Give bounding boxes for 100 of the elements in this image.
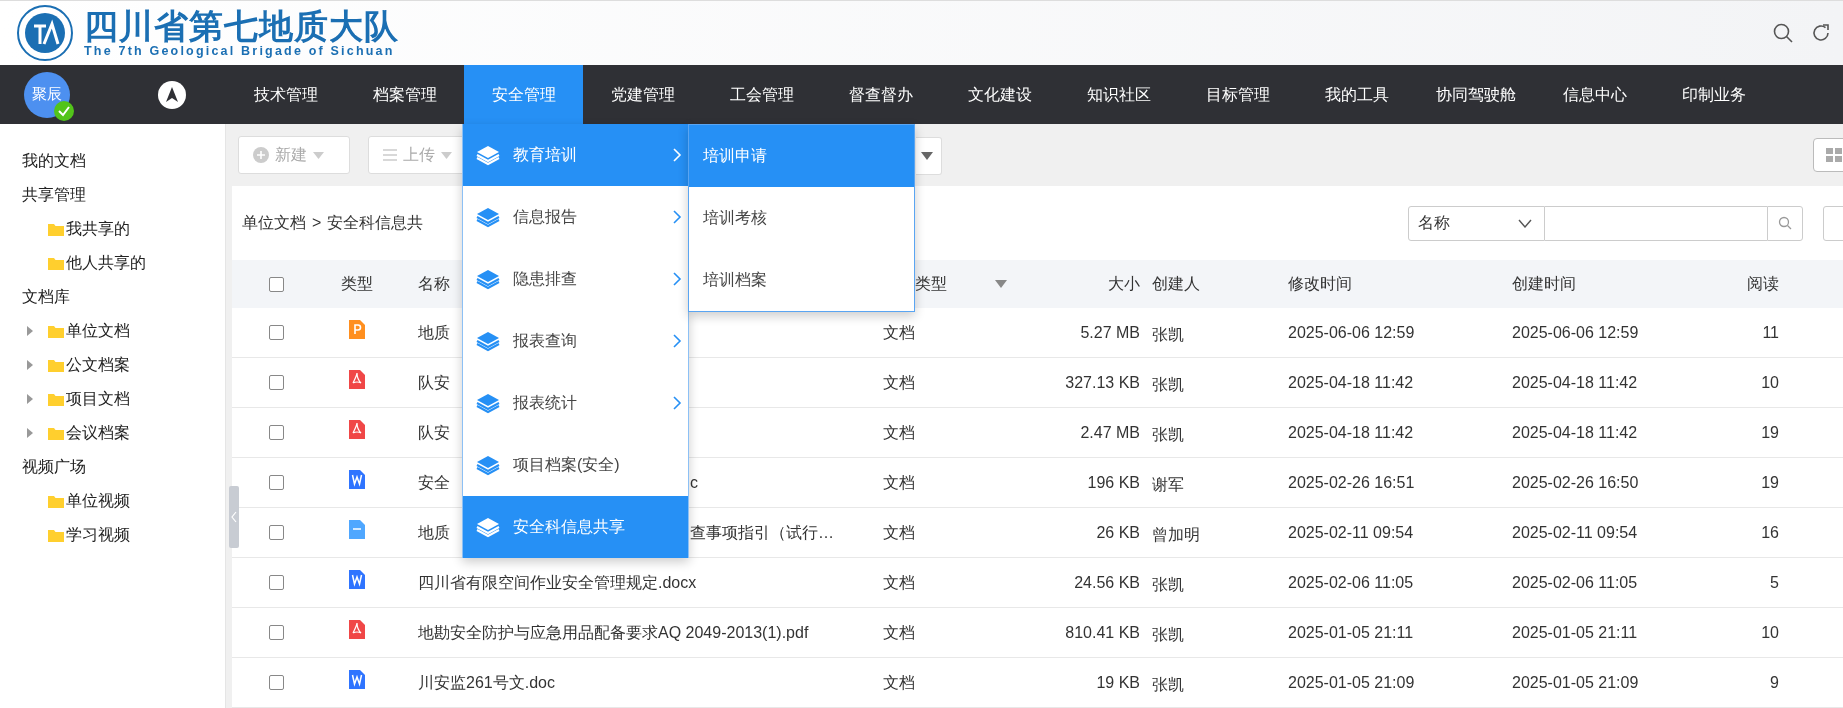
- nav-tab[interactable]: 知识社区: [1059, 65, 1178, 124]
- nav-tab[interactable]: 印制业务: [1654, 65, 1773, 124]
- menu-item[interactable]: 培训档案: [689, 249, 914, 311]
- table-cell-text: 2.47 MB: [1079, 422, 1140, 443]
- table-cell-text: 11: [1761, 322, 1779, 343]
- table-cell-text: 文档: [882, 322, 916, 343]
- file-name[interactable]: c: [690, 470, 698, 495]
- table-cell-text: 张凯: [1151, 674, 1185, 695]
- table-cell-text: 196 KB: [1086, 472, 1140, 493]
- site-title: 四川省第七地质大队: [84, 8, 399, 43]
- table-cell-text: 810.41 KB: [1064, 622, 1140, 643]
- file-name[interactable]: 查事项指引（试行…: [690, 520, 834, 545]
- table-cell-text: 2025-04-18 11:42: [1511, 372, 1639, 393]
- column-header: 名称: [418, 274, 450, 294]
- table-cell-text: 2025-01-05 21:09: [1511, 672, 1640, 693]
- table-cell-text: 2025-01-05 21:11: [1287, 622, 1415, 643]
- table-cell-text: 2025-01-05 21:11: [1511, 622, 1639, 643]
- table-cell-text: 张凯: [1151, 324, 1185, 345]
- table-cell-text: 2025-04-18 11:42: [1287, 372, 1415, 393]
- breadcrumb-separator: >: [312, 213, 322, 233]
- file-name[interactable]: 地勘安全防护与应急用品配备要求AQ 2049-2013(1).pdf: [418, 620, 809, 645]
- sidebar-section[interactable]: 共享管理: [22, 183, 86, 207]
- nav-tab[interactable]: 我的工具: [1297, 65, 1416, 124]
- search-type-select[interactable]: 名称: [1408, 205, 1545, 241]
- nav-tab[interactable]: 文化建设: [940, 65, 1059, 124]
- table-cell-text: 谢军: [1151, 474, 1185, 495]
- nav-tab[interactable]: 党建管理: [583, 65, 702, 124]
- table-cell-text: 9: [1769, 672, 1779, 693]
- folder-label[interactable]: 会议档案: [66, 421, 130, 445]
- column-header: 类型: [341, 274, 374, 294]
- column-header: 大小: [1108, 274, 1140, 294]
- sidebar-section[interactable]: 我的文档: [22, 149, 86, 173]
- column-header: 修改时间: [1288, 274, 1352, 294]
- table-cell-text: 327.13 KB: [1064, 372, 1140, 393]
- table-cell-text: 2025-06-06 12:59: [1287, 322, 1416, 343]
- table-cell-text: 2025-02-26 16:50: [1511, 472, 1640, 493]
- table-cell-text: 文档: [882, 572, 916, 593]
- folder-label[interactable]: 公文档案: [66, 353, 130, 377]
- table-cell-text: 10: [1760, 622, 1779, 643]
- file-name[interactable]: 四川省有限空间作业安全管理规定.docx: [418, 570, 697, 595]
- column-header: 阅读: [1747, 274, 1779, 294]
- table-cell-text: 2025-06-06 12:59: [1511, 322, 1640, 343]
- table-cell-text: 文档: [882, 472, 916, 493]
- table-cell-text: 2025-02-11 09:54: [1511, 522, 1639, 543]
- nav-tab[interactable]: 督查督办: [821, 65, 940, 124]
- table-cell-text: 文档: [882, 622, 916, 643]
- menu-item[interactable]: 报表查询: [463, 310, 688, 372]
- table-cell-text: 张凯: [1151, 574, 1185, 595]
- file-name[interactable]: 地质: [418, 320, 450, 345]
- table-cell-text: 2025-04-18 11:42: [1511, 422, 1639, 443]
- table-cell-text: 文档: [882, 372, 916, 393]
- nav-tab[interactable]: 信息中心: [1535, 65, 1654, 124]
- table-cell-text: 张凯: [1151, 374, 1185, 395]
- table-cell-text: 2025-02-26 16:51: [1287, 472, 1416, 493]
- menu-item[interactable]: 隐患排查: [463, 248, 688, 310]
- table-cell-text: 2025-04-18 11:42: [1287, 422, 1415, 443]
- nav-tab[interactable]: 协同驾驶舱: [1416, 65, 1535, 124]
- folder-label[interactable]: 学习视频: [66, 523, 130, 547]
- column-header: 类型: [915, 274, 947, 294]
- menu-item[interactable]: 培训考核: [689, 187, 914, 249]
- table-cell-text: 文档: [882, 672, 916, 693]
- table-cell-text: 文档: [882, 422, 916, 443]
- table-cell-text: 2025-02-06 11:05: [1511, 572, 1639, 593]
- table-cell-text: 16: [1760, 522, 1779, 543]
- nav-tab[interactable]: 目标管理: [1178, 65, 1297, 124]
- menu-item[interactable]: 报表统计: [463, 372, 688, 434]
- sidebar-section[interactable]: 文档库: [22, 285, 70, 309]
- table-cell-text: 曾加明: [1151, 524, 1201, 545]
- column-header: 创建时间: [1512, 274, 1576, 294]
- column-header: 创建人: [1152, 274, 1200, 294]
- table-cell-text: 5: [1769, 572, 1779, 593]
- sidebar-section[interactable]: 视频广场: [22, 455, 86, 479]
- table-cell-text: 19: [1760, 472, 1779, 493]
- menu-item[interactable]: 信息报告: [463, 186, 688, 248]
- file-name[interactable]: 队安: [418, 370, 450, 395]
- table-cell-text: 张凯: [1151, 424, 1185, 445]
- menu-item[interactable]: 项目档案(安全): [463, 434, 688, 496]
- table-cell-text: 2025-02-11 09:54: [1287, 522, 1415, 543]
- site-subtitle: The 7th Geological Brigade of Sichuan: [84, 44, 396, 58]
- file-name[interactable]: 川安监261号文.doc: [418, 670, 555, 695]
- file-name[interactable]: 队安: [418, 420, 450, 445]
- table-cell-text: 19: [1760, 422, 1779, 443]
- folder-label[interactable]: 我共享的: [66, 217, 130, 241]
- nav-tab[interactable]: 工会管理: [702, 65, 821, 124]
- breadcrumb-link[interactable]: 单位文档: [242, 211, 306, 235]
- breadcrumb-current: 安全科信息共: [327, 213, 424, 233]
- folder-label[interactable]: 单位文档: [66, 319, 130, 343]
- table-cell-text: 5.27 MB: [1079, 322, 1140, 343]
- nav-tab[interactable]: 档案管理: [345, 65, 464, 124]
- table-cell-text: 文档: [882, 522, 916, 543]
- table-cell-text: 张凯: [1151, 624, 1185, 645]
- folder-label[interactable]: 项目文档: [66, 387, 130, 411]
- table-cell-text: 19 KB: [1095, 672, 1140, 693]
- table-cell-text: 10: [1760, 372, 1779, 393]
- table-cell-text: 2025-02-06 11:05: [1287, 572, 1415, 593]
- folder-label[interactable]: 他人共享的: [66, 251, 146, 275]
- nav-tab[interactable]: 技术管理: [226, 65, 345, 124]
- table-cell-text: 2025-01-05 21:09: [1287, 672, 1416, 693]
- folder-label[interactable]: 单位视频: [66, 489, 130, 513]
- table-cell-text: 24.56 KB: [1073, 572, 1140, 593]
